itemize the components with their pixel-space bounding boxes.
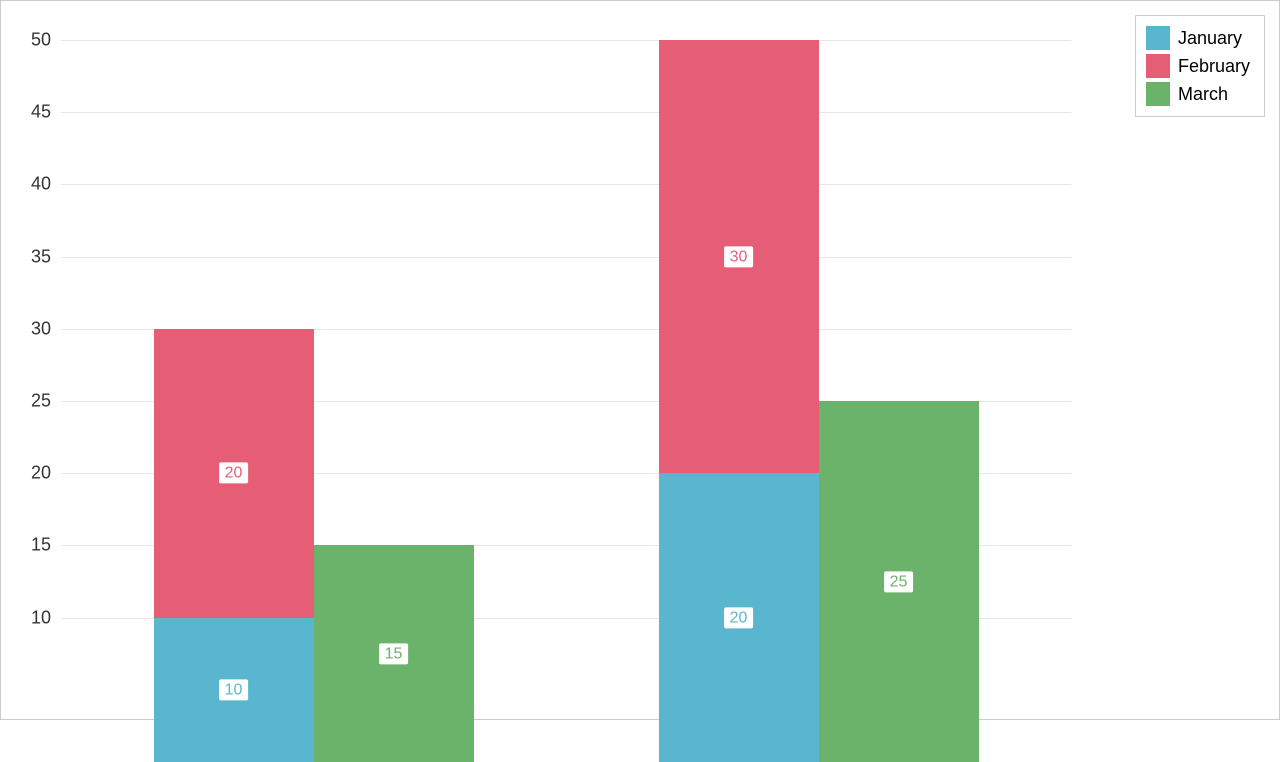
legend: January February March [1135,15,1265,117]
y-tick-label: 15 [31,535,51,556]
grid-line [61,257,1071,258]
legend-label: January [1178,28,1242,49]
legend-item[interactable]: January [1146,24,1250,52]
bar-segment[interactable]: 15 [314,545,474,762]
plot-area: 101520253035404550Section1102015Section2… [61,11,1071,661]
grid-line [61,184,1071,185]
bar-value-label: 25 [884,571,914,592]
y-tick-label: 45 [31,102,51,123]
bar-segment[interactable]: 25 [819,401,979,762]
bar-segment[interactable]: 10 [154,618,314,762]
bar-value-label: 20 [724,607,754,628]
legend-item[interactable]: March [1146,80,1250,108]
y-tick-label: 20 [31,463,51,484]
chart-container: 101520253035404550Section1102015Section2… [0,0,1280,720]
y-tick-label: 50 [31,29,51,50]
y-tick-label: 10 [31,607,51,628]
y-tick-label: 40 [31,174,51,195]
y-tick-label: 25 [31,391,51,412]
bar-segment[interactable]: 30 [659,40,819,473]
y-tick-label: 35 [31,246,51,267]
grid-line [61,112,1071,113]
grid-line [61,40,1071,41]
bar-segment[interactable]: 20 [659,473,819,762]
bar-value-label: 30 [724,246,754,267]
bar-value-label: 15 [379,643,409,664]
legend-swatch [1146,82,1170,106]
bar-segment[interactable]: 20 [154,329,314,618]
bar-value-label: 20 [219,463,249,484]
y-tick-label: 30 [31,318,51,339]
legend-item[interactable]: February [1146,52,1250,80]
bar-value-label: 10 [219,679,249,700]
legend-label: February [1178,56,1250,77]
legend-swatch [1146,54,1170,78]
legend-label: March [1178,84,1228,105]
legend-swatch [1146,26,1170,50]
